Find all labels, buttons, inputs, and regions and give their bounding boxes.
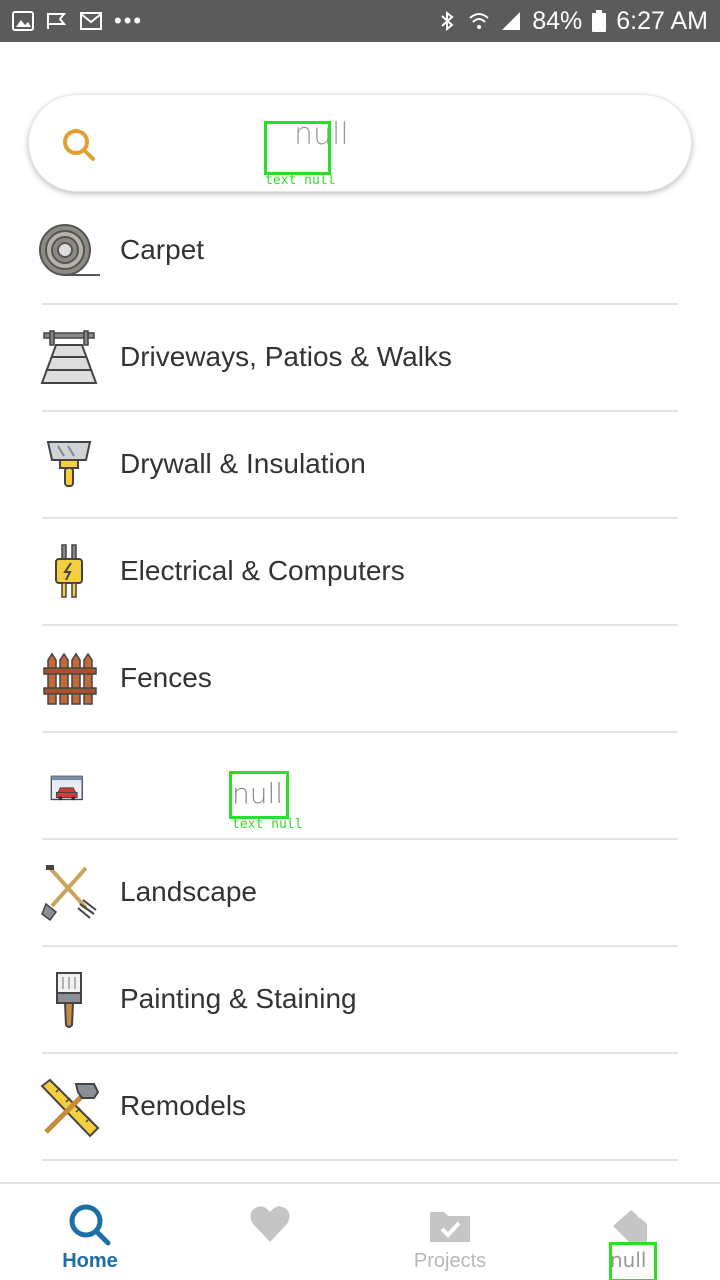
category-item-garage[interactable]: null text null (0, 733, 720, 840)
nav-projects[interactable]: Projects (360, 1184, 540, 1280)
wifi-icon (469, 13, 489, 29)
bottom-nav: Home Projects null (0, 1182, 720, 1280)
check-flag-icon (47, 13, 67, 29)
status-bar-notifications: ••• (12, 8, 143, 34)
signal-icon (502, 12, 521, 30)
nav-favorites[interactable] (180, 1184, 360, 1280)
nav-deals[interactable]: null (540, 1184, 720, 1280)
battery-icon (592, 10, 607, 32)
debug-label: text null (265, 173, 336, 188)
debug-bounding-box (264, 121, 331, 175)
category-label: Electrical & Computers (120, 555, 405, 586)
category-label: Drywall & Insulation (120, 448, 366, 479)
category-item-driveways[interactable]: Driveways, Patios & Walks (0, 305, 720, 412)
category-item-painting[interactable]: Painting & Staining (0, 947, 720, 1054)
search-icon (69, 1204, 111, 1246)
category-label: Carpet (120, 234, 205, 265)
hammer-ruler-icon (40, 1078, 100, 1138)
more-notifications-icon: ••• (114, 8, 144, 33)
garage-icon (50, 775, 83, 801)
battery-percent: 84% (532, 6, 583, 35)
putty-knife-icon (46, 441, 92, 487)
mail-icon (80, 12, 102, 30)
category-item-fences[interactable]: Fences (0, 626, 720, 733)
debug-label: text null (232, 817, 303, 832)
category-label: Painting & Staining (120, 983, 357, 1014)
carpet-roll-icon (39, 224, 100, 276)
nav-home[interactable]: Home (0, 1184, 180, 1280)
paintbrush-icon (56, 972, 82, 1028)
debug-bounding-box (609, 1242, 657, 1280)
category-label: Fences (120, 662, 212, 693)
nav-label: Home (62, 1250, 118, 1272)
category-label: Landscape (120, 876, 258, 907)
category-label: Driveways, Patios & Walks (120, 341, 452, 372)
debug-bounding-box (229, 771, 289, 819)
folder-check-icon (430, 1212, 470, 1242)
clock: 6:27 AM (616, 6, 708, 35)
category-list: Carpet Driveways, Patios & Walks Drywall… (0, 198, 720, 1161)
heart-icon (250, 1206, 290, 1242)
driveway-icon (40, 330, 98, 384)
nav-label: Projects (413, 1250, 487, 1272)
shovel-rake-icon (41, 865, 97, 922)
image-icon (12, 11, 34, 31)
status-bar-system: 84% 6:27 AM (436, 7, 708, 36)
category-item-electrical[interactable]: Electrical & Computers (0, 519, 720, 626)
search-input[interactable]: null text null (28, 94, 692, 192)
electrical-plug-icon (55, 544, 83, 598)
category-item-landscape[interactable]: Landscape (0, 840, 720, 947)
category-item-carpet[interactable]: Carpet (0, 198, 720, 305)
category-item-drywall[interactable]: Drywall & Insulation (0, 412, 720, 519)
search-icon (63, 129, 95, 161)
status-bar: ••• 84% 6:27 AM (0, 0, 720, 42)
fence-icon (43, 652, 97, 705)
category-label: Remodels (120, 1090, 247, 1121)
divider (42, 1159, 678, 1161)
category-item-remodels[interactable]: Remodels (0, 1054, 720, 1161)
bluetooth-icon (441, 11, 454, 31)
